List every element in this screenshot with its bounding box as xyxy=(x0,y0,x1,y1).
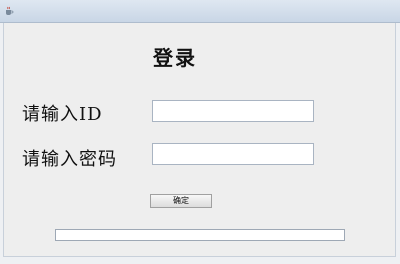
title-bar[interactable] xyxy=(0,0,400,23)
id-label: 请输入ID xyxy=(22,104,103,125)
password-label: 请输入密码 xyxy=(22,149,117,170)
login-window: 登录 请输入ID 请输入密码 确定 xyxy=(0,0,400,264)
page-title: 登录 xyxy=(153,46,197,70)
content-panel xyxy=(3,23,396,257)
id-input[interactable] xyxy=(152,100,314,122)
password-input[interactable] xyxy=(152,143,314,165)
java-cup-icon xyxy=(6,6,14,15)
progress-bar xyxy=(55,229,345,241)
confirm-button[interactable]: 确定 xyxy=(150,194,212,208)
